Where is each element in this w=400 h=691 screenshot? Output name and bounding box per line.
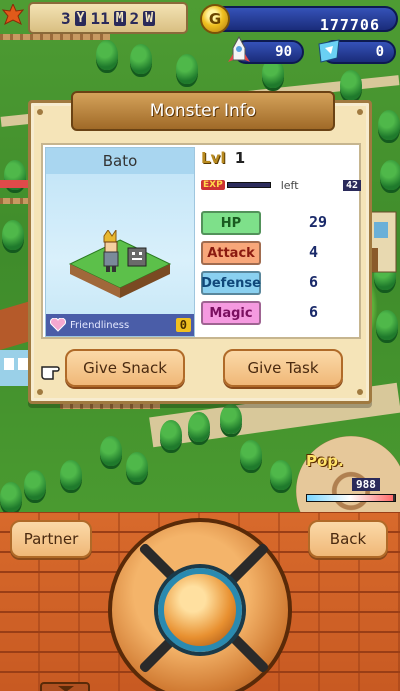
monster-info-dialog: Monster Info Bato Friendliness 0 Lvl 1 E… — [28, 91, 372, 404]
popularity-bar — [306, 494, 396, 502]
years-value: 3 — [60, 8, 71, 28]
heart-icon — [50, 318, 66, 332]
popularity-label: Pop. — [306, 452, 344, 470]
tree — [240, 440, 262, 470]
level-label: Lvl — [201, 149, 226, 167]
rivet — [37, 109, 43, 115]
exp-bar — [226, 182, 271, 188]
tree — [24, 470, 46, 500]
friendliness-value: 0 — [175, 318, 191, 332]
magic-label: Magic — [201, 301, 261, 325]
hp-value: 29 — [309, 213, 328, 231]
monster-sprite — [68, 230, 172, 298]
level-value: 1 — [234, 149, 246, 167]
defense-value: 6 — [309, 273, 319, 291]
ticket-icon — [318, 39, 340, 63]
tree — [376, 310, 398, 340]
stat-row-defense: Defense 6 — [201, 271, 361, 295]
tree — [96, 40, 118, 70]
tickets-value: 0 — [375, 44, 384, 60]
stat-row-attack: Attack 4 — [201, 241, 361, 265]
coin-icon: G — [200, 4, 230, 34]
main-menu-dial[interactable] — [108, 518, 292, 691]
exp-label: EXP — [201, 180, 225, 190]
tree — [130, 44, 152, 74]
rivet — [357, 389, 363, 395]
years-unit: Y — [74, 10, 87, 26]
dial-center-button[interactable] — [158, 568, 242, 652]
attack-value: 4 — [309, 243, 319, 261]
maple-leaf-icon — [2, 4, 24, 26]
exp-left-value: 42 — [342, 179, 361, 191]
pointing-hand-icon — [41, 366, 60, 380]
give-task-button[interactable]: Give Task — [223, 349, 343, 387]
gold-display: 177706 — [208, 6, 398, 34]
friendliness-label: Friendliness — [70, 319, 130, 331]
expand-menu-tab[interactable] — [40, 682, 90, 691]
tree — [188, 412, 210, 442]
date-display: 3 Y 11 M 2 W — [28, 2, 188, 34]
dialog-title: Monster Info — [71, 91, 335, 131]
gold-value: 177706 — [319, 16, 380, 34]
tree — [160, 420, 182, 450]
rivet — [37, 389, 43, 395]
flower-bed — [0, 180, 30, 188]
months-value: 11 — [90, 8, 110, 28]
tree — [380, 160, 400, 190]
popularity-value: 988 — [352, 478, 380, 491]
tree — [126, 452, 148, 482]
tree — [220, 404, 242, 434]
tree — [340, 70, 362, 100]
monster-name: Bato — [46, 148, 194, 174]
exp-row: EXP left 42 — [201, 177, 361, 193]
months-unit: M — [113, 10, 126, 26]
tree — [176, 54, 198, 84]
magic-value: 6 — [309, 303, 319, 321]
friendliness-bar: Friendliness 0 — [46, 314, 194, 336]
tree — [378, 110, 400, 140]
fence — [0, 34, 110, 40]
stat-row-hp: HP 29 — [201, 211, 361, 235]
monster-info-panel: Bato Friendliness 0 Lvl 1 EXP left 42 HP… — [41, 143, 361, 339]
exp-left-label: left — [280, 178, 299, 192]
defense-label: Defense — [201, 271, 261, 295]
level-display: Lvl 1 — [201, 149, 245, 167]
rocket-icon — [228, 36, 250, 62]
give-snack-button[interactable]: Give Snack — [65, 349, 185, 387]
attack-label: Attack — [201, 241, 261, 265]
weeks-unit: W — [143, 10, 156, 26]
tree — [60, 460, 82, 490]
tree — [2, 220, 24, 250]
tree — [100, 436, 122, 466]
residents-value: 90 — [275, 44, 292, 60]
tree — [270, 460, 292, 490]
monster-portrait: Bato Friendliness 0 — [45, 147, 195, 337]
weeks-value: 2 — [129, 8, 140, 28]
tree — [0, 482, 22, 512]
rivet — [357, 109, 363, 115]
partner-button[interactable]: Partner — [10, 520, 92, 558]
stat-row-magic: Magic 6 — [201, 301, 361, 325]
back-button[interactable]: Back — [308, 520, 388, 558]
hp-label: HP — [201, 211, 261, 235]
popularity-bar-fill — [307, 495, 394, 501]
